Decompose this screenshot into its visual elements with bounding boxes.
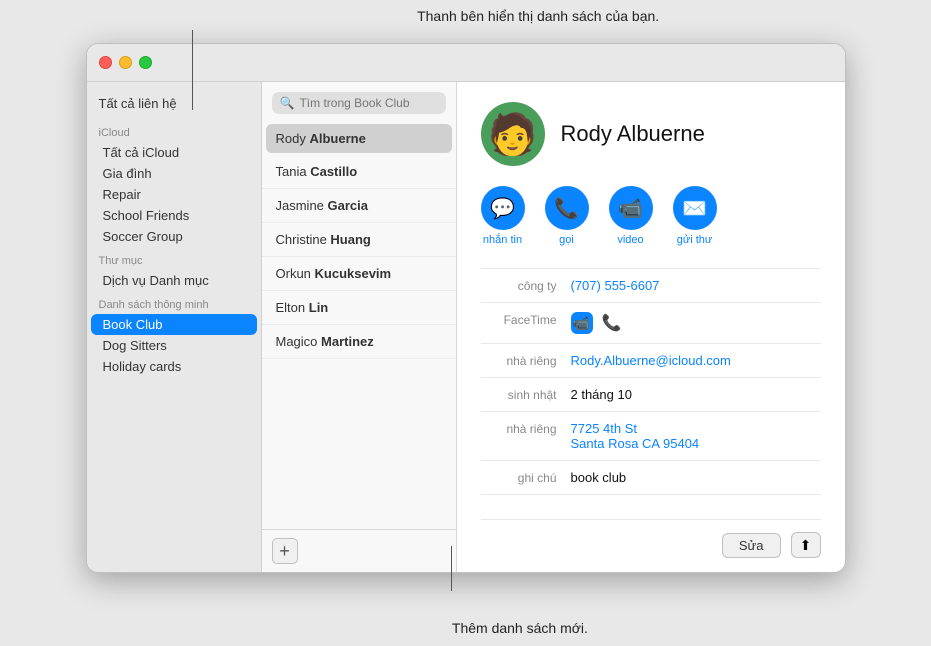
close-button[interactable] (99, 56, 112, 69)
app-window: Tất cả liên hệ iCloud Tất cả iCloud Gia … (86, 43, 846, 573)
detail-footer: Sửa ⬆ (481, 519, 821, 558)
field-value-email[interactable]: Rody.Albuerne@icloud.com (571, 353, 821, 368)
sidebar-item-dich-vu-danh-muc[interactable]: Dịch vụ Danh mục (91, 270, 257, 291)
sidebar-item-all-contacts[interactable]: Tất cả liên hệ (87, 92, 261, 119)
minimize-button[interactable] (119, 56, 132, 69)
sidebar-item-tutti-icloud[interactable]: Tất cả iCloud (91, 142, 257, 163)
field-row-facetime: FaceTime 📹 📞 (481, 303, 821, 344)
share-icon: ⬆ (800, 537, 812, 554)
facetime-phone-icon[interactable]: 📞 (601, 312, 623, 334)
sidebar-section-thu-muc: Thư mục (87, 247, 261, 270)
contact-header: 🧑 Rody Albuerne (481, 102, 821, 166)
sidebar-section-icloud: iCloud (87, 119, 261, 142)
search-input[interactable] (299, 96, 437, 110)
field-label-birthday: sinh nhật (481, 387, 571, 402)
title-bar (87, 44, 845, 82)
field-value-notes: book club (571, 470, 821, 485)
field-label-company: công ty (481, 278, 571, 293)
contact-item-tania[interactable]: Tania Castillo (262, 155, 456, 189)
facetime-icons: 📹 📞 (571, 312, 623, 334)
outer-wrapper: Thanh bên hiển thị danh sách của bạn. Tấ… (0, 0, 931, 646)
contact-fields: công ty (707) 555-6607 FaceTime 📹 📞 nhà … (481, 268, 821, 511)
action-label-message: nhắn tin (483, 234, 522, 246)
action-buttons: 💬 nhắn tin 📞 gọi 📹 video ✉️ gửi thư (481, 186, 821, 246)
field-row-address: nhà riêng 7725 4th StSanta Rosa CA 95404 (481, 412, 821, 461)
sidebar-item-repair[interactable]: Repair (91, 184, 257, 205)
detail-panel: 🧑 Rody Albuerne 💬 nhắn tin 📞 gọi 📹 (457, 82, 845, 572)
action-btn-call[interactable]: 📞 gọi (545, 186, 589, 246)
share-button[interactable]: ⬆ (791, 532, 821, 558)
field-row-company: công ty (707) 555-6607 (481, 269, 821, 303)
tooltip-bottom: Thêm danh sách mới. (452, 620, 588, 636)
edit-button[interactable]: Sửa (722, 533, 781, 558)
message-icon: 💬 (481, 186, 525, 230)
contact-item-rody[interactable]: Rody Albuerne (266, 124, 452, 153)
sidebar-item-book-club[interactable]: Book Club (91, 314, 257, 335)
contact-item-christine[interactable]: Christine Huang (262, 223, 456, 257)
sidebar-section-smart-list: Danh sách thông minh (87, 291, 261, 314)
facetime-video-icon[interactable]: 📹 (571, 312, 593, 334)
callout-line-bottom (451, 546, 452, 591)
window-body: Tất cả liên hệ iCloud Tất cả iCloud Gia … (87, 82, 845, 572)
contacts-list-items: Rody Albuerne Tania Castillo Jasmine Gar… (262, 122, 456, 529)
field-value-address[interactable]: 7725 4th StSanta Rosa CA 95404 (571, 421, 821, 451)
tooltip-top: Thanh bên hiển thị danh sách của bạn. (417, 8, 659, 24)
contact-list-footer: + (262, 529, 456, 572)
mail-icon: ✉️ (673, 186, 717, 230)
contact-list: 🔍 Rody Albuerne Tania Castillo Jasmine G… (262, 82, 457, 572)
field-label-email: nhà riêng (481, 353, 571, 368)
search-box: 🔍 (262, 82, 456, 122)
field-row-email: nhà riêng Rody.Albuerne@icloud.com (481, 344, 821, 378)
field-value-phone[interactable]: (707) 555-6607 (571, 278, 821, 293)
field-row-birthday: sinh nhật 2 tháng 10 (481, 378, 821, 412)
sidebar-item-gia-dinh[interactable]: Gia đình (91, 163, 257, 184)
maximize-button[interactable] (139, 56, 152, 69)
sidebar-item-holiday-cards[interactable]: Holiday cards (91, 356, 257, 377)
field-label-facetime: FaceTime (481, 312, 571, 327)
field-row-notes: ghi chú book club (481, 461, 821, 495)
avatar-emoji: 🧑 (488, 111, 538, 158)
sidebar-item-dog-sitters[interactable]: Dog Sitters (91, 335, 257, 356)
action-btn-video[interactable]: 📹 video (609, 186, 653, 246)
callout-line-top (192, 30, 193, 110)
field-value-birthday: 2 tháng 10 (571, 387, 821, 402)
search-inner: 🔍 (272, 92, 446, 114)
avatar: 🧑 (481, 102, 545, 166)
action-btn-message[interactable]: 💬 nhắn tin (481, 186, 525, 246)
action-btn-mail[interactable]: ✉️ gửi thư (673, 186, 717, 246)
contact-item-jasmine[interactable]: Jasmine Garcia (262, 189, 456, 223)
sidebar-item-school-friends[interactable]: School Friends (91, 205, 257, 226)
contact-item-orkun[interactable]: Orkun Kucuksevim (262, 257, 456, 291)
contact-item-magico[interactable]: Magico Martinez (262, 325, 456, 359)
field-label-notes: ghi chú (481, 470, 571, 485)
sidebar-item-soccer-group[interactable]: Soccer Group (91, 226, 257, 247)
action-label-call: gọi (559, 234, 574, 246)
contact-name: Rody Albuerne (561, 121, 705, 147)
add-contact-button[interactable]: + (272, 538, 298, 564)
video-icon: 📹 (609, 186, 653, 230)
action-label-mail: gửi thư (677, 234, 713, 246)
field-label-address: nhà riêng (481, 421, 571, 436)
contact-item-elton[interactable]: Elton Lin (262, 291, 456, 325)
search-icon: 🔍 (280, 96, 295, 110)
traffic-lights (99, 56, 152, 69)
call-icon: 📞 (545, 186, 589, 230)
action-label-video: video (617, 234, 643, 246)
sidebar: Tất cả liên hệ iCloud Tất cả iCloud Gia … (87, 82, 262, 572)
